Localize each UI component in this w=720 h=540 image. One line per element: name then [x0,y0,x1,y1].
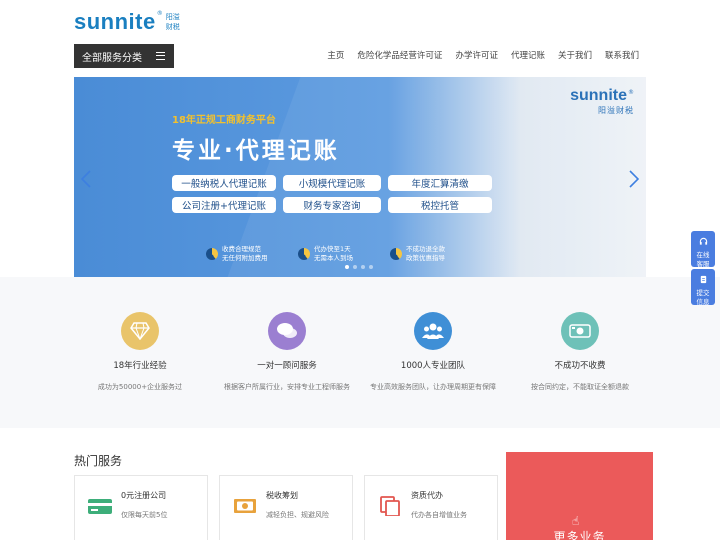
banner-feature: 收费合理规范 无任何附加费用 [206,245,286,263]
banner-feature-text: 收费合理规范 无任何附加费用 [222,245,268,262]
feature-title: 不成功不收费 [554,361,606,371]
feature-consultant: 一对一顾问服务 根据客户所属行业，安排专业工程师服务 [207,312,367,392]
carousel-next-icon[interactable] [628,169,640,189]
check-circle-icon [206,248,218,260]
banner-subtitle: 18年正规工商财务平台 [172,115,276,126]
banner-logo: sunnite® 阳溢财税 [570,85,634,116]
form-icon [700,275,706,284]
carousel-dot[interactable] [345,265,349,269]
banner-logo-cn: 阳溢财税 [598,106,634,115]
chat-icon [268,312,306,350]
service-card-tax-planning[interactable]: 税收筹划 减轻负担、规避风险 [219,475,353,540]
feature-title: 一对一顾问服务 [257,361,317,371]
carousel-dot[interactable] [353,265,357,269]
main-nav: 主页 危险化学品经营许可证 办学许可证 代理记账 关于我们 联系我们 [327,49,639,61]
card-title: 税收筹划 [266,491,298,500]
banner-logo-registered-mark: ® [628,89,634,96]
feature-refund: 不成功不收费 按合同约定，不能取证全额退款 [500,312,660,392]
carousel-prev-icon[interactable] [80,169,92,189]
feature-desc: 根据客户所属行业，安排专业工程师服务 [224,383,350,391]
all-services-category-button[interactable]: 全部服务分类 [74,44,174,68]
nav-chemical-license[interactable]: 危险化学品经营许可证 [357,49,442,61]
feature-desc: 按合同约定，不能取证全额退款 [531,383,629,391]
feature-desc: 成功为50000+企业服务过 [97,383,183,391]
headset-icon [699,237,707,245]
feature-team: 1000人专业团队 专业高效服务团队，让办理周期更有保障 [353,312,513,392]
nav-contact[interactable]: 联系我们 [605,49,639,61]
pointer-hand-icon: ☝ [572,514,580,528]
pill-annual-settlement[interactable]: 年度汇算清缴 [388,175,492,191]
banner-service-pills: 一般纳税人代理记账 小规模代理记账 年度汇算清缴 公司注册+代理记账 财务专家咨… [172,175,492,213]
hot-services-title: 热门服务 [74,454,123,468]
logo-cn-line2: 财税 [165,23,180,31]
nav-bookkeeping[interactable]: 代理记账 [511,49,545,61]
feature-title: 1000人专业团队 [400,361,466,371]
carousel-dot[interactable] [369,265,373,269]
category-button-label: 全部服务分类 [82,52,142,64]
logo-registered-mark: ® [156,9,163,17]
feature-title: 18年行业经验 [113,361,167,371]
more-services-label: 更多业务 [553,530,606,540]
feature-desc: 专业高效服务团队，让办理周期更有保障 [370,383,496,391]
check-circle-icon [390,248,402,260]
banner-title: 专业·代理记账 [172,138,340,164]
online-service-label: 在线客服 [696,251,710,268]
feature-experience: 18年行业经验 成功为50000+企业服务过 [60,312,220,392]
carousel-dot[interactable] [361,265,365,269]
banner-feature-text: 不成功退全款 政策优惠指导 [406,245,445,262]
card-desc: 减轻负担、规避风险 [266,511,329,519]
online-service-button[interactable]: 在线客服 [691,231,715,268]
money-icon [234,499,256,513]
docs-icon [380,496,400,516]
nav-home[interactable]: 主页 [327,49,344,61]
feature-strip: 18年行业经验 成功为50000+企业服务过 一对一顾问服务 根据客户所属行业，… [0,277,720,428]
card-title: 资质代办 [411,491,443,500]
logo[interactable]: sunnite ® 阳溢 财税 [74,9,180,34]
pill-general-taxpayer[interactable]: 一般纳税人代理记账 [172,175,276,191]
pill-finance-consulting[interactable]: 财务专家咨询 [283,197,381,213]
carousel-dots [345,265,373,269]
card-desc: 仅限每天前5位 [121,511,168,519]
submit-info-label: 提交信息 [696,289,710,306]
service-card-qualification[interactable]: 资质代办 代办各自增值业务 [364,475,498,540]
refund-icon [561,312,599,350]
nav-about[interactable]: 关于我们 [558,49,592,61]
logo-wordmark: sunnite [74,9,156,34]
banner-feature: 代办快至1天 无需本人到场 [298,245,378,263]
logo-cn-line1: 阳溢 [165,13,180,21]
card-desc: 代办各自增值业务 [411,511,467,519]
more-services-button[interactable]: ☝ 更多业务 [506,452,653,540]
service-card-free-registration[interactable]: 0元注册公司 仅限每天前5位 [74,475,208,540]
nav-school-license[interactable]: 办学许可证 [455,49,498,61]
diamond-icon [121,312,159,350]
menu-icon [156,52,165,60]
submit-info-button[interactable]: 提交信息 [691,269,715,306]
banner-features: 收费合理规范 无任何附加费用 代办快至1天 无需本人到场 不成功退全款 政策优惠指导 [206,245,470,263]
team-icon [414,312,452,350]
banner-logo-wordmark: sunnite [570,87,627,104]
pill-small-scale[interactable]: 小规模代理记账 [283,175,381,191]
pill-tax-control[interactable]: 税控托管 [388,197,492,213]
card-title: 0元注册公司 [121,491,167,500]
check-circle-icon [298,248,310,260]
pill-registration-bookkeeping[interactable]: 公司注册+代理记账 [172,197,276,213]
banner-feature-text: 代办快至1天 无需本人到场 [314,245,353,262]
card-icon [88,499,112,514]
logo-cn: 阳溢 财税 [166,12,180,32]
hero-banner[interactable]: sunnite® 阳溢财税 18年正规工商财务平台 专业·代理记账 一般纳税人代… [74,77,646,277]
banner-feature: 不成功退全款 政策优惠指导 [390,245,470,263]
